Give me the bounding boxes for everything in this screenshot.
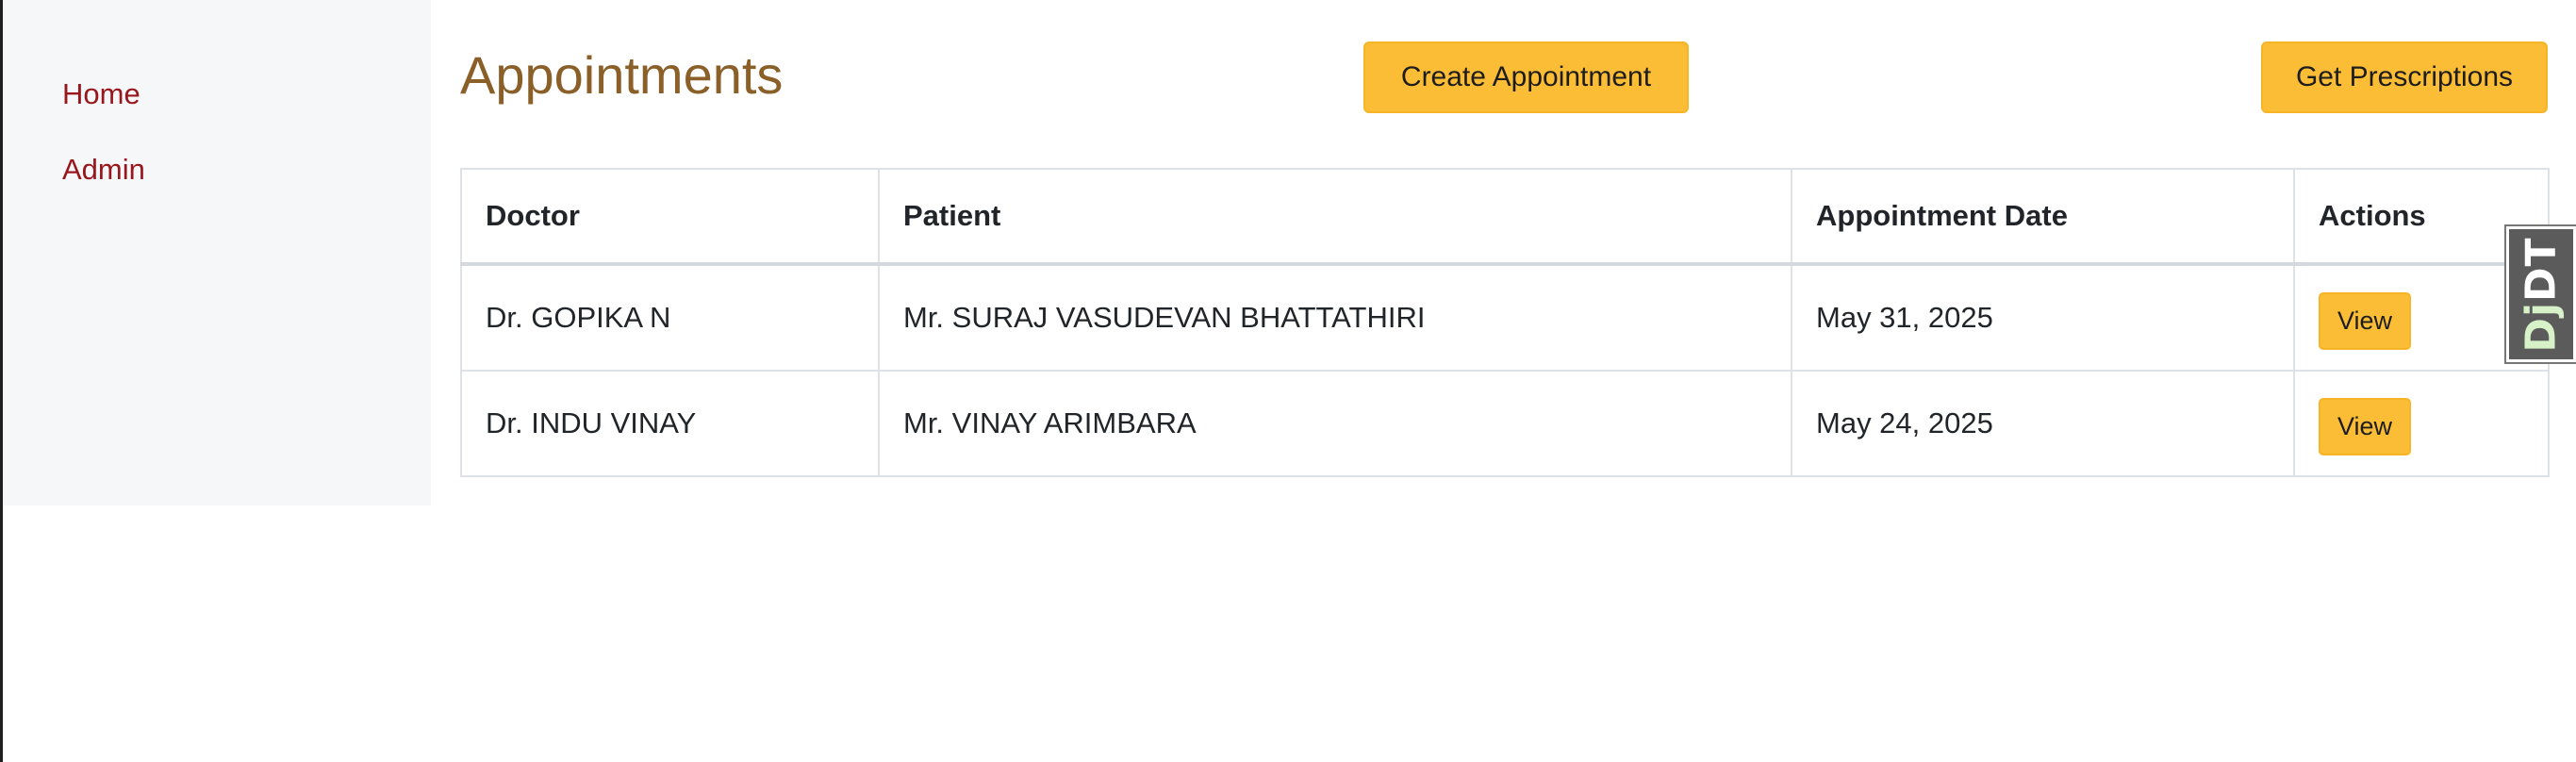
- table-row: Dr. GOPIKA N Mr. SURAJ VASUDEVAN BHATTAT…: [460, 263, 2550, 372]
- cell-appointment-date: May 24, 2025: [1791, 370, 2295, 477]
- header-appointment-date: Appointment Date: [1791, 168, 2295, 266]
- cell-appointment-date: May 31, 2025: [1791, 263, 2295, 372]
- cell-patient: Mr. VINAY ARIMBARA: [878, 370, 1792, 477]
- view-button[interactable]: View: [2319, 291, 2411, 350]
- get-prescriptions-button[interactable]: Get Prescriptions: [2261, 41, 2548, 113]
- appointments-table: Doctor Patient Appointment Date Actions …: [460, 168, 2550, 477]
- page-title: Appointments: [460, 45, 784, 105]
- sidebar: Home Admin: [3, 0, 431, 505]
- table-header-row: Doctor Patient Appointment Date Actions: [460, 168, 2550, 266]
- cell-actions: View: [2293, 370, 2550, 477]
- debug-toolbar-dt: DT: [2517, 236, 2566, 302]
- cell-doctor: Dr. INDU VINAY: [460, 370, 880, 477]
- create-appointment-button[interactable]: Create Appointment: [1363, 41, 1689, 113]
- view-button[interactable]: View: [2319, 397, 2411, 456]
- appointments-table-container: Doctor Patient Appointment Date Actions …: [460, 168, 2550, 477]
- cell-patient: Mr. SURAJ VASUDEVAN BHATTATHIRI: [878, 263, 1792, 372]
- table-row: Dr. INDU VINAY Mr. VINAY ARIMBARA May 24…: [460, 370, 2550, 477]
- sidebar-item-home[interactable]: Home: [62, 79, 140, 108]
- header-patient: Patient: [878, 168, 1792, 266]
- debug-toolbar-dj: Dj: [2517, 301, 2566, 353]
- debug-toolbar-label: DjDT: [2518, 237, 2566, 352]
- sidebar-item-admin[interactable]: Admin: [62, 155, 145, 184]
- header-doctor: Doctor: [460, 168, 880, 266]
- cell-doctor: Dr. GOPIKA N: [460, 263, 880, 372]
- page: Home Admin Appointments Create Appointme…: [0, 0, 2576, 762]
- debug-toolbar-handle[interactable]: DjDT: [2504, 224, 2576, 364]
